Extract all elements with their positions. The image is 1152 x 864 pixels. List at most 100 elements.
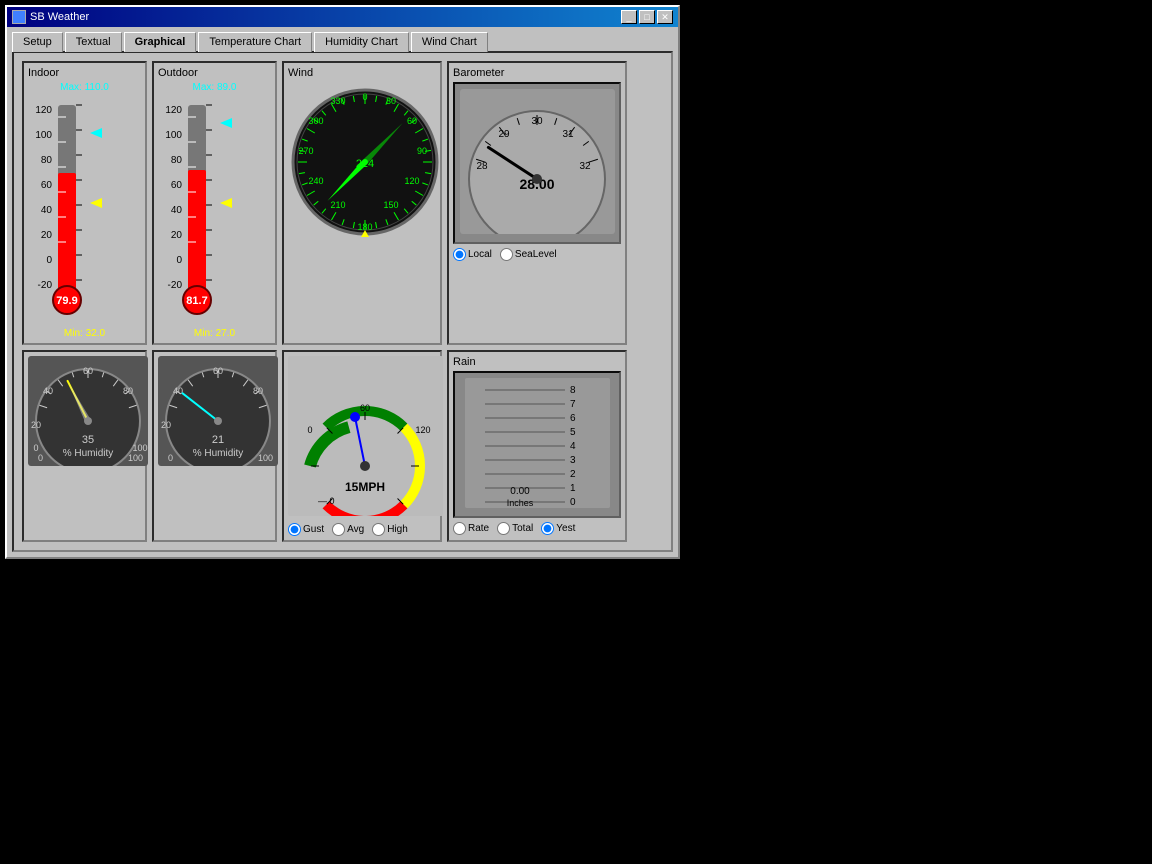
outdoor-humidity-panel: 20 40 60 80 — [152, 350, 277, 542]
svg-text:0: 0 — [46, 255, 52, 266]
rain-rate-label[interactable]: Rate — [453, 522, 489, 535]
svg-text:35: 35 — [82, 434, 94, 446]
title-bar-left: SB Weather — [12, 10, 89, 24]
barometer-panel: Barometer 30 31 32 29 28 — [447, 61, 627, 345]
rain-rate-text: Rate — [468, 523, 489, 534]
bottom-row: 20 40 60 80 0 100 — [22, 350, 663, 542]
rain-total-text: Total — [512, 523, 533, 534]
main-window: SB Weather _ □ ✕ Setup Textual Graphical… — [5, 5, 680, 559]
windspeed-high-text: High — [387, 524, 408, 535]
windspeed-avg-text: Avg — [347, 524, 364, 535]
title-buttons: _ □ ✕ — [621, 10, 673, 24]
barometer-sealevel-label[interactable]: SeaLevel — [500, 248, 557, 261]
tab-humidity-chart[interactable]: Humidity Chart — [314, 32, 409, 52]
svg-text:40: 40 — [40, 205, 52, 216]
svg-text:150: 150 — [383, 200, 398, 210]
top-row: Indoor Max: 110.0 120 100 80 60 40 20 0 … — [22, 61, 663, 345]
svg-text:120: 120 — [404, 176, 419, 186]
indoor-max: Max: 110.0 — [60, 82, 109, 93]
svg-text:60: 60 — [170, 180, 182, 191]
outdoor-max: Max: 89.0 — [193, 82, 237, 93]
barometer-svg: 30 31 32 29 28 — [460, 89, 615, 234]
maximize-button[interactable]: □ — [639, 10, 655, 24]
windspeed-avg-label[interactable]: Avg — [332, 523, 364, 536]
svg-text:80: 80 — [170, 155, 182, 166]
outdoor-label: Outdoor — [158, 67, 271, 79]
barometer-local-radio[interactable] — [453, 248, 466, 261]
windspeed-radio-group: Gust Avg High — [288, 523, 436, 536]
svg-text:0: 0 — [307, 425, 312, 435]
svg-text:40: 40 — [173, 386, 183, 396]
svg-text:60: 60 — [360, 403, 370, 413]
window-title: SB Weather — [30, 11, 89, 23]
rain-label: Rain — [453, 356, 621, 368]
rain-panel: Rain 8 7 6 5 4 3 2 1 0 — [447, 350, 627, 542]
rain-gauge-container: 8 7 6 5 4 3 2 1 0 — [453, 371, 621, 518]
rain-yest-radio[interactable] — [541, 522, 554, 535]
svg-text:-20: -20 — [37, 280, 52, 291]
rain-yest-label[interactable]: Yest — [541, 522, 575, 535]
svg-text:% Humidity: % Humidity — [193, 448, 244, 459]
svg-text:60: 60 — [40, 180, 52, 191]
svg-text:7: 7 — [570, 399, 576, 410]
tab-wind-chart[interactable]: Wind Chart — [411, 32, 488, 52]
barometer-local-text: Local — [468, 249, 492, 260]
tab-textual[interactable]: Textual — [65, 32, 122, 52]
svg-text:40: 40 — [170, 205, 182, 216]
indoor-panel: Indoor Max: 110.0 120 100 80 60 40 20 0 … — [22, 61, 147, 345]
barometer-label: Barometer — [453, 67, 621, 79]
svg-text:2: 2 — [570, 469, 576, 480]
barometer-local-label[interactable]: Local — [453, 248, 492, 261]
rain-svg: 8 7 6 5 4 3 2 1 0 — [465, 378, 610, 508]
svg-text:100: 100 — [128, 453, 143, 463]
svg-text:15MPH: 15MPH — [345, 480, 385, 494]
indoor-min: Min: 32.0 — [64, 328, 105, 339]
svg-text:60: 60 — [407, 116, 417, 126]
svg-text:210: 210 — [330, 200, 345, 210]
svg-text:0: 0 — [33, 443, 38, 453]
indoor-thermometer-svg: 120 100 80 60 40 20 0 -20 — [30, 95, 140, 325]
indoor-humidity-svg: 20 40 60 80 0 100 — [28, 356, 148, 466]
windspeed-avg-radio[interactable] — [332, 523, 345, 536]
svg-text:20: 20 — [40, 230, 52, 241]
svg-text:0: 0 — [176, 255, 182, 266]
svg-text:40: 40 — [43, 386, 53, 396]
tab-bar: Setup Textual Graphical Temperature Char… — [7, 27, 678, 51]
svg-text:79.9: 79.9 — [56, 295, 77, 307]
svg-text:20: 20 — [161, 420, 171, 430]
tab-graphical[interactable]: Graphical — [124, 32, 197, 52]
svg-text:80: 80 — [253, 386, 263, 396]
wind-label: Wind — [288, 67, 436, 79]
indoor-label: Indoor — [28, 67, 141, 79]
svg-text:6: 6 — [570, 413, 576, 424]
rain-total-label[interactable]: Total — [497, 522, 533, 535]
rain-radio-group: Rate Total Yest — [453, 522, 621, 535]
windspeed-gust-text: Gust — [303, 524, 324, 535]
svg-text:0: 0 — [570, 497, 576, 508]
outdoor-panel: Outdoor Max: 89.0 120 100 80 60 40 20 0 … — [152, 61, 277, 345]
svg-text:1: 1 — [570, 483, 576, 494]
app-icon — [12, 10, 26, 24]
svg-text:100: 100 — [132, 443, 147, 453]
tab-temperature-chart[interactable]: Temperature Chart — [198, 32, 312, 52]
outdoor-min: Min: 27.0 — [194, 328, 235, 339]
svg-text:240: 240 — [308, 176, 323, 186]
title-bar: SB Weather _ □ ✕ — [7, 7, 678, 27]
rain-yest-text: Yest — [556, 523, 575, 534]
tab-setup[interactable]: Setup — [12, 32, 63, 52]
svg-text:4: 4 — [570, 441, 576, 452]
barometer-gauge-container: 30 31 32 29 28 — [453, 82, 621, 244]
windspeed-gust-label[interactable]: Gust — [288, 523, 324, 536]
svg-text:120: 120 — [35, 105, 52, 116]
svg-text:3: 3 — [570, 455, 576, 466]
windspeed-high-radio[interactable] — [372, 523, 385, 536]
rain-rate-radio[interactable] — [453, 522, 466, 535]
barometer-sealevel-radio[interactable] — [500, 248, 513, 261]
windspeed-high-label[interactable]: High — [372, 523, 408, 536]
svg-text:21: 21 — [212, 434, 224, 446]
minimize-button[interactable]: _ — [621, 10, 637, 24]
rain-total-radio[interactable] — [497, 522, 510, 535]
svg-text:— 0: — 0 — [318, 496, 335, 506]
close-button[interactable]: ✕ — [657, 10, 673, 24]
windspeed-gust-radio[interactable] — [288, 523, 301, 536]
